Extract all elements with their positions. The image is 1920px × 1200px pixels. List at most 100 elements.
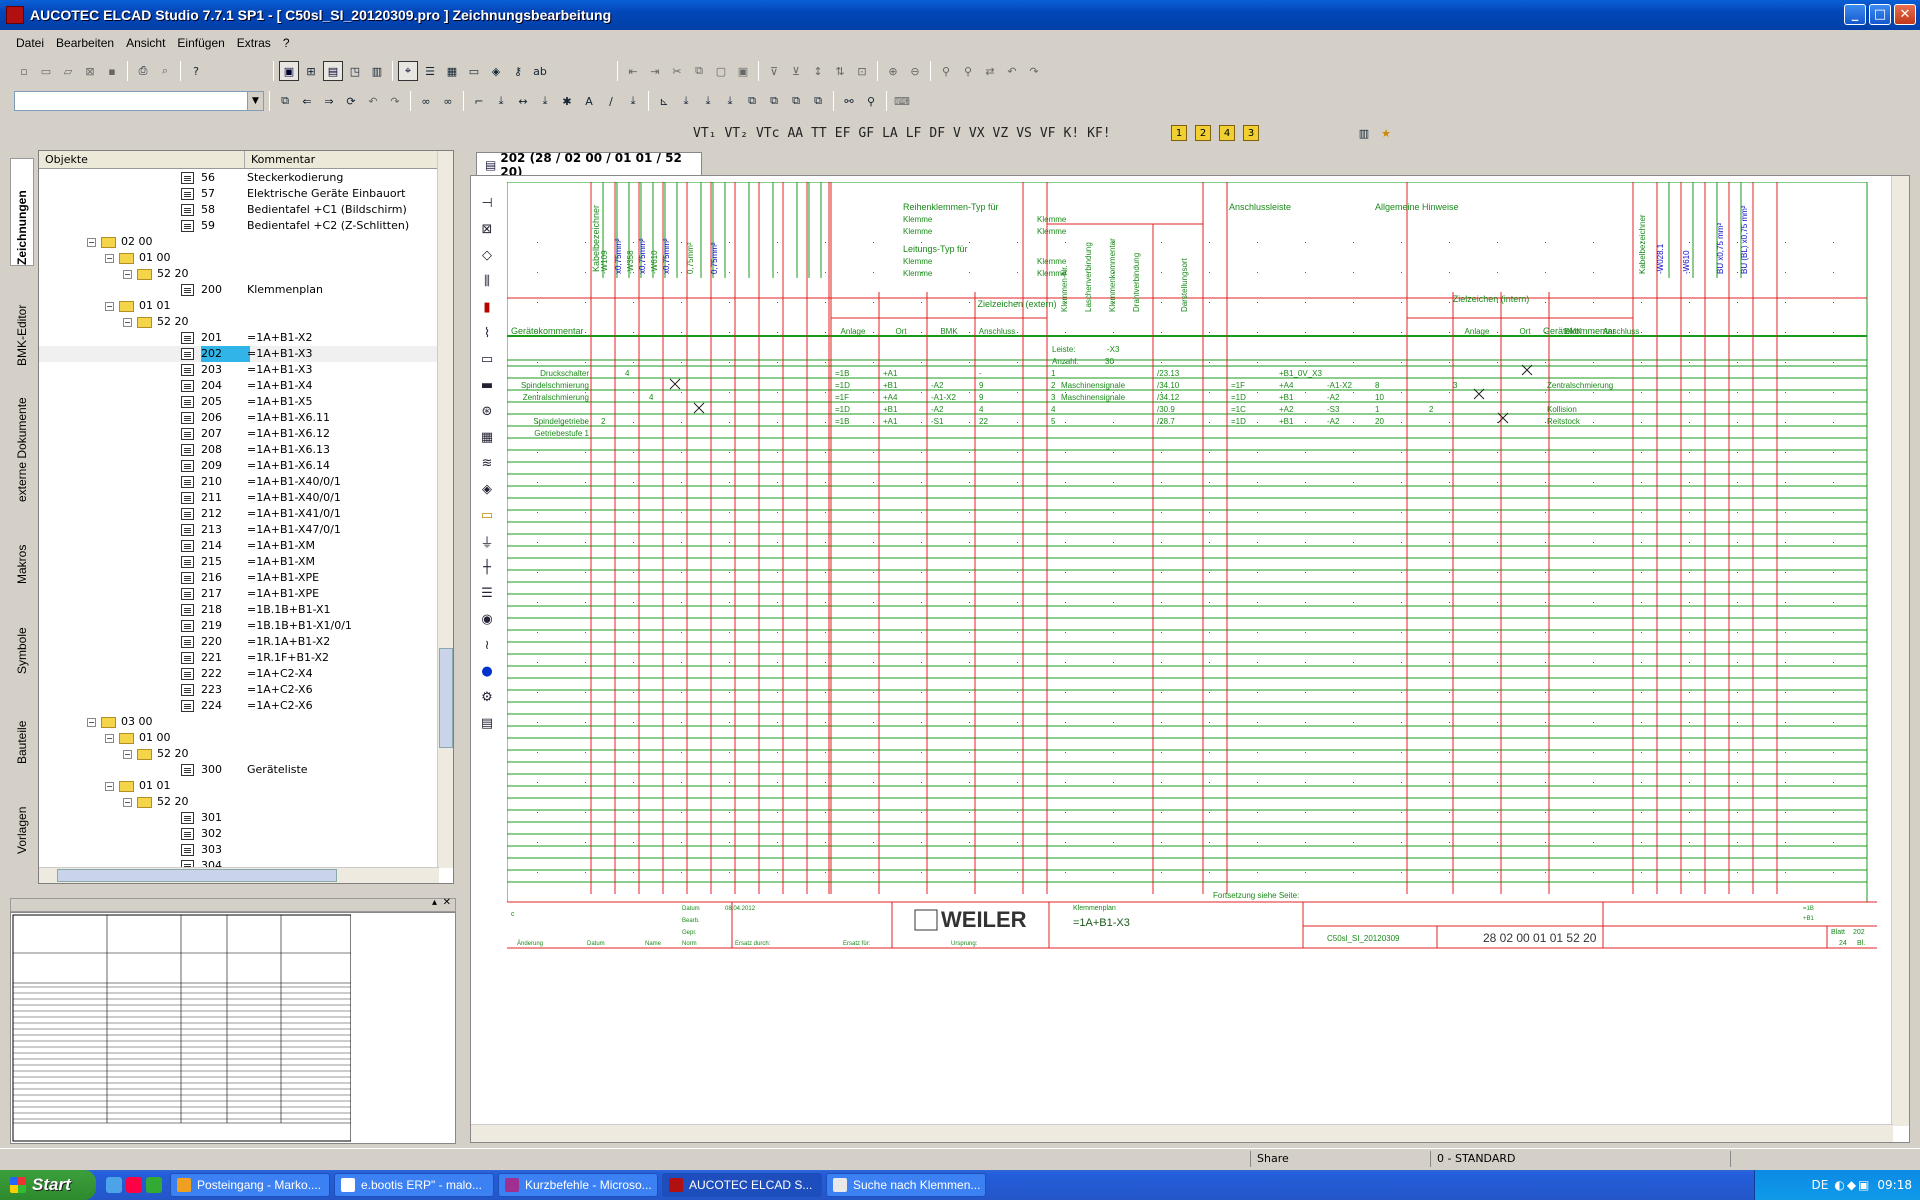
cut-icon[interactable]: ✂: [667, 61, 687, 81]
format-vtc[interactable]: VTc: [753, 126, 782, 141]
page-copy-icon[interactable]: ⧉: [275, 91, 295, 111]
collapse-icon[interactable]: −: [105, 734, 114, 743]
tree-folder-item[interactable]: − 52 20: [39, 314, 439, 330]
distance-icon[interactable]: ↔: [513, 91, 533, 111]
tree-drawing-item[interactable]: 216 =1A+B1-XPE: [39, 570, 439, 586]
sort-desc-icon[interactable]: ⇅: [830, 61, 850, 81]
format-gf[interactable]: GF: [855, 126, 877, 141]
drawing-hscroll[interactable]: [471, 1124, 1893, 1142]
tree-folder-item[interactable]: − 52 20: [39, 746, 439, 762]
format-vx[interactable]: VX: [966, 126, 988, 141]
layer-combo[interactable]: ▼: [14, 91, 264, 111]
collapse-icon[interactable]: −: [105, 782, 114, 791]
drawing-canvas[interactable]: Kabelbezeichner -W109 x0,75mm² -W358 x0,75m…: [507, 182, 1877, 1122]
quicklaunch-2-icon[interactable]: [126, 1177, 142, 1193]
tool-connector-icon[interactable]: ⊠: [477, 218, 497, 240]
line-tool-icon[interactable]: ∕: [601, 91, 621, 111]
tree-drawing-item[interactable]: 205 =1A+B1-X5: [39, 394, 439, 410]
tree-drawing-item[interactable]: 206 =1A+B1-X6.11: [39, 410, 439, 426]
tree-drawing-item[interactable]: 213 =1A+B1-X47/0/1: [39, 522, 439, 538]
collapse-icon[interactable]: −: [87, 718, 96, 727]
taskbar-button[interactable]: e.bootis ERP" - malo...: [334, 1173, 494, 1197]
tree-folder-item[interactable]: − 52 20: [39, 266, 439, 282]
tool-diamond-icon[interactable]: ◈: [477, 478, 497, 500]
unlink-icon[interactable]: ∞: [438, 91, 458, 111]
tree-drawing-item[interactable]: 217 =1A+B1-XPE: [39, 586, 439, 602]
tree-folder-item[interactable]: − 01 00: [39, 250, 439, 266]
find-next-icon[interactable]: ⚲: [958, 61, 978, 81]
place-6-icon[interactable]: ⧉: [786, 91, 806, 111]
tool-terminal-icon[interactable]: ⊣: [477, 192, 497, 214]
zoom-in-icon[interactable]: ⊕: [883, 61, 903, 81]
place-1-icon[interactable]: ⤓: [676, 91, 696, 111]
tree-drawing-item[interactable]: 208 =1A+B1-X6.13: [39, 442, 439, 458]
menu-help[interactable]: ?: [283, 36, 290, 50]
tree-drawing-item[interactable]: 303: [39, 842, 439, 858]
tab-bauteile[interactable]: Bauteile: [10, 682, 34, 764]
zoom-out-icon[interactable]: ⊖: [905, 61, 925, 81]
tree-drawing-item[interactable]: 214 =1A+B1-XM: [39, 538, 439, 554]
sort-icon[interactable]: ↕: [808, 61, 828, 81]
close-button[interactable]: ✕: [1894, 4, 1916, 25]
tab-vorlagen[interactable]: Vorlagen: [10, 772, 34, 854]
format-ef[interactable]: EF: [832, 126, 854, 141]
maximize-button[interactable]: □: [1869, 4, 1891, 25]
tree-drawing-item[interactable]: 219 =1B.1B+B1-X1/0/1: [39, 618, 439, 634]
keyboard-icon[interactable]: ⌨: [892, 91, 912, 111]
tree-folder-item[interactable]: − 01 01: [39, 778, 439, 794]
open-icon[interactable]: ▱: [58, 61, 78, 81]
place-4-icon[interactable]: ⧉: [742, 91, 762, 111]
text-a-icon[interactable]: A: [579, 91, 599, 111]
key-icon[interactable]: ⚷: [508, 61, 528, 81]
tree-hscroll-thumb[interactable]: [57, 869, 337, 882]
preview-close-icon[interactable]: ✕: [443, 897, 451, 908]
tree-drawing-item[interactable]: 56 Steckerkodierung: [39, 170, 439, 186]
tool-block-icon[interactable]: ▦: [477, 426, 497, 448]
paste-special-icon[interactable]: ▣: [733, 61, 753, 81]
find-icon[interactable]: ⚲: [936, 61, 956, 81]
tab-externe-dokumente[interactable]: externe Dokumente: [10, 376, 34, 502]
tool-wire-icon[interactable]: ⌇: [477, 322, 497, 344]
tree-folder-item[interactable]: − 01 01: [39, 298, 439, 314]
tree-drawing-item[interactable]: 209 =1A+B1-X6.14: [39, 458, 439, 474]
tool-cog-icon[interactable]: ⚙: [477, 686, 497, 708]
view-mode-1-icon[interactable]: ▣: [279, 61, 299, 81]
col-objekte[interactable]: Objekte: [39, 151, 245, 168]
help-icon[interactable]: ?: [186, 61, 206, 81]
view-mode-2-icon[interactable]: ⊞: [301, 61, 321, 81]
arrow-right-icon[interactable]: ⇒: [319, 91, 339, 111]
component-icon[interactable]: ◈: [486, 61, 506, 81]
format-vz[interactable]: VZ: [990, 126, 1012, 141]
minimize-button[interactable]: _: [1844, 4, 1866, 25]
collapse-icon[interactable]: −: [105, 254, 114, 263]
tool-bus-icon[interactable]: ⫼: [477, 270, 497, 292]
copy-icon[interactable]: ⧉: [689, 61, 709, 81]
filter-edit-icon[interactable]: ⊻: [786, 61, 806, 81]
collapse-icon[interactable]: −: [123, 750, 132, 759]
tree-folder-item[interactable]: − 03 00: [39, 714, 439, 730]
place-2-icon[interactable]: ⤓: [698, 91, 718, 111]
tree-drawing-item[interactable]: 200 Klemmenplan: [39, 282, 439, 298]
binoculars-icon[interactable]: ⚯: [839, 91, 859, 111]
view-mode-5-icon[interactable]: ▥: [367, 61, 387, 81]
tree-drawing-item[interactable]: 218 =1B.1B+B1-X1: [39, 602, 439, 618]
format-vs[interactable]: VS: [1013, 126, 1035, 141]
view-mode-4-icon[interactable]: ◳: [345, 61, 365, 81]
tool-cross-icon[interactable]: ┼: [477, 556, 497, 578]
pin-icon[interactable]: ▴: [432, 897, 437, 908]
tree-drawing-item[interactable]: 59 Bedientafel +C2 (Z-Schlitten): [39, 218, 439, 234]
tool-spring-icon[interactable]: ≋: [477, 452, 497, 474]
text-tool-icon[interactable]: ab: [530, 61, 550, 81]
refresh-icon[interactable]: ⟳: [341, 91, 361, 111]
tree-drawing-item[interactable]: 221 =1R.1F+B1-X2: [39, 650, 439, 666]
tree-drawing-item[interactable]: 207 =1A+B1-X6.12: [39, 426, 439, 442]
collapse-icon[interactable]: −: [105, 302, 114, 311]
insert-down-2-icon[interactable]: ⤓: [535, 91, 555, 111]
tree-drawing-item[interactable]: 57 Elektrische Geräte Einbauort: [39, 186, 439, 202]
number-button-2[interactable]: 2: [1195, 125, 1211, 141]
tool-coil-icon[interactable]: ≀: [477, 634, 497, 656]
tree-drawing-item[interactable]: 302: [39, 826, 439, 842]
place-7-icon[interactable]: ⧉: [808, 91, 828, 111]
tree-vscroll-thumb[interactable]: [439, 648, 453, 748]
tool-ground-icon[interactable]: ⏚: [477, 530, 497, 552]
